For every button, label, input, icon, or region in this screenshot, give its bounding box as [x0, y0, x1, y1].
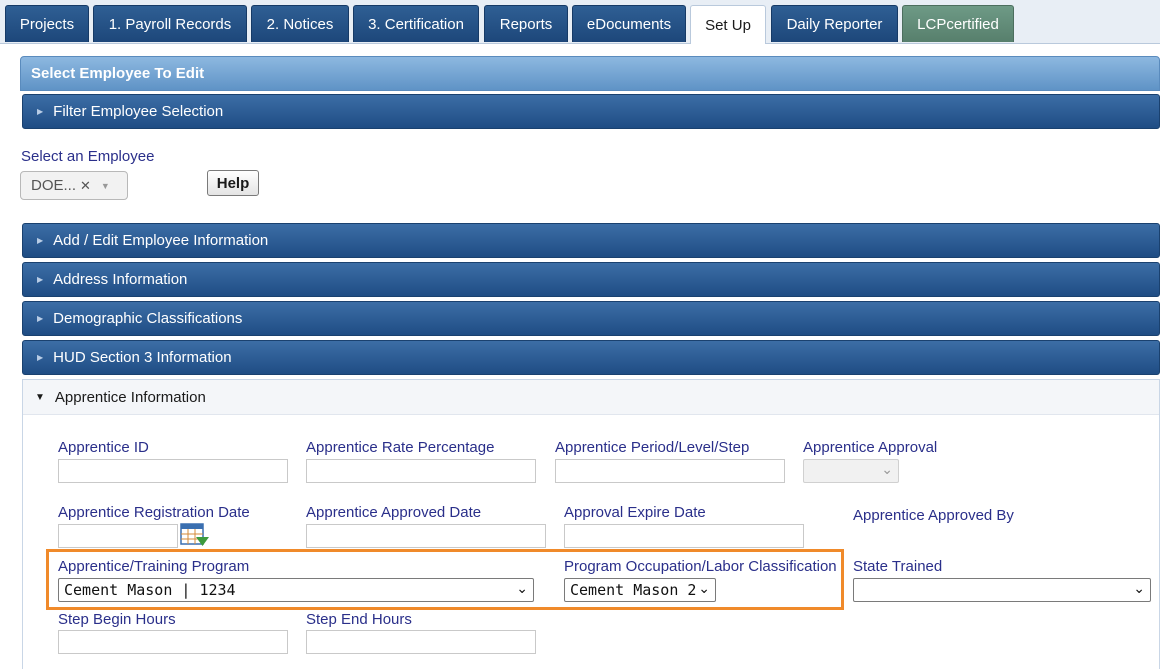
caret-right-icon: ▶ — [37, 275, 44, 284]
rate-percentage-input[interactable] — [306, 459, 536, 483]
chevron-down-icon: ⌄ — [516, 581, 528, 597]
section-label: Address Information — [53, 271, 188, 288]
approved-date-label: Apprentice Approved Date — [306, 504, 482, 521]
period-level-step-input[interactable] — [555, 459, 785, 483]
help-button[interactable]: Help — [207, 170, 259, 196]
caret-down-icon: ▼ — [35, 391, 45, 403]
state-trained-label: State Trained — [853, 558, 943, 575]
page-title: Select Employee To Edit — [31, 65, 205, 82]
rate-percentage-label: Apprentice Rate Percentage — [306, 439, 495, 456]
state-trained-select[interactable]: ⌄ — [853, 578, 1151, 602]
approved-date-input[interactable] — [306, 524, 546, 548]
tab-daily-reporter[interactable]: Daily Reporter — [771, 5, 898, 42]
approval-expire-date-input[interactable] — [564, 524, 804, 548]
training-program-select[interactable]: Cement Mason | 1234 ⌄ — [58, 578, 534, 602]
tab-set-up[interactable]: Set Up — [690, 5, 766, 44]
address-information-bar[interactable]: ▶ Address Information — [22, 262, 1160, 297]
add-edit-employee-bar[interactable]: ▶ Add / Edit Employee Information — [22, 223, 1160, 258]
step-end-hours-input[interactable] — [306, 630, 536, 654]
period-level-step-label: Apprentice Period/Level/Step — [555, 439, 750, 456]
section-label: Add / Edit Employee Information — [53, 232, 269, 249]
section-label: HUD Section 3 Information — [53, 349, 232, 366]
employee-combobox[interactable]: DOE... ✕ ▼ — [20, 171, 128, 200]
filter-bar-label: Filter Employee Selection — [53, 103, 224, 120]
chevron-down-icon: ▼ — [100, 180, 110, 191]
caret-right-icon: ▶ — [37, 236, 44, 245]
apprentice-approval-select[interactable]: ⌄ — [803, 459, 899, 483]
registration-date-label: Apprentice Registration Date — [58, 504, 250, 521]
chevron-down-icon: ⌄ — [881, 462, 893, 478]
caret-right-icon: ▶ — [37, 107, 44, 116]
tab-lcpcertified[interactable]: LCPcertified — [902, 5, 1014, 42]
clear-selection-icon[interactable]: ✕ — [80, 178, 91, 194]
tab-notices[interactable]: 2. Notices — [251, 5, 349, 42]
tab-edocuments[interactable]: eDocuments — [572, 5, 686, 42]
tab-projects[interactable]: Projects — [5, 5, 89, 42]
step-begin-hours-input[interactable] — [58, 630, 288, 654]
occupation-label: Program Occupation/Labor Classification — [564, 558, 837, 575]
employee-combobox-value: DOE... — [31, 177, 77, 194]
apprentice-heading: Apprentice Information — [54, 388, 206, 406]
apprentice-approval-label: Apprentice Approval — [803, 439, 938, 456]
step-end-hours-label: Step End Hours — [306, 611, 412, 628]
select-employee-header: Select Employee To Edit — [20, 56, 1160, 91]
main-tab-bar: Projects 1. Payroll Records 2. Notices 3… — [0, 0, 1160, 44]
apprentice-id-label: Apprentice ID — [58, 439, 149, 456]
hud-section-3-bar[interactable]: ▶ HUD Section 3 Information — [22, 340, 1160, 375]
occupation-select[interactable]: Cement Mason 2 ⌄ — [564, 578, 716, 602]
apprentice-information-header[interactable]: ▼ Apprentice Information — [23, 380, 1159, 415]
caret-right-icon: ▶ — [37, 353, 44, 362]
step-begin-hours-label: Step Begin Hours — [58, 611, 176, 628]
training-program-value: Cement Mason | 1234 — [64, 581, 236, 599]
chevron-down-icon: ⌄ — [1133, 581, 1145, 597]
tab-reports[interactable]: Reports — [484, 5, 568, 42]
calendar-icon[interactable] — [180, 522, 210, 548]
tab-certification[interactable]: 3. Certification — [353, 5, 479, 42]
caret-right-icon: ▶ — [37, 314, 44, 323]
tab-payroll-records[interactable]: 1. Payroll Records — [93, 5, 247, 42]
registration-date-input[interactable] — [58, 524, 178, 548]
demographic-classifications-bar[interactable]: ▶ Demographic Classifications — [22, 301, 1160, 336]
training-program-label: Apprentice/Training Program — [58, 558, 250, 575]
select-employee-label: Select an Employee — [21, 148, 155, 165]
approved-by-label: Apprentice Approved By — [853, 507, 1014, 524]
section-label: Demographic Classifications — [53, 310, 243, 327]
occupation-value: Cement Mason 2 — [570, 581, 697, 599]
filter-employee-selection-bar[interactable]: ▶ Filter Employee Selection — [22, 94, 1160, 129]
approval-expire-date-label: Approval Expire Date — [564, 504, 706, 521]
chevron-down-icon: ⌄ — [698, 581, 710, 597]
apprentice-id-input[interactable] — [58, 459, 288, 483]
